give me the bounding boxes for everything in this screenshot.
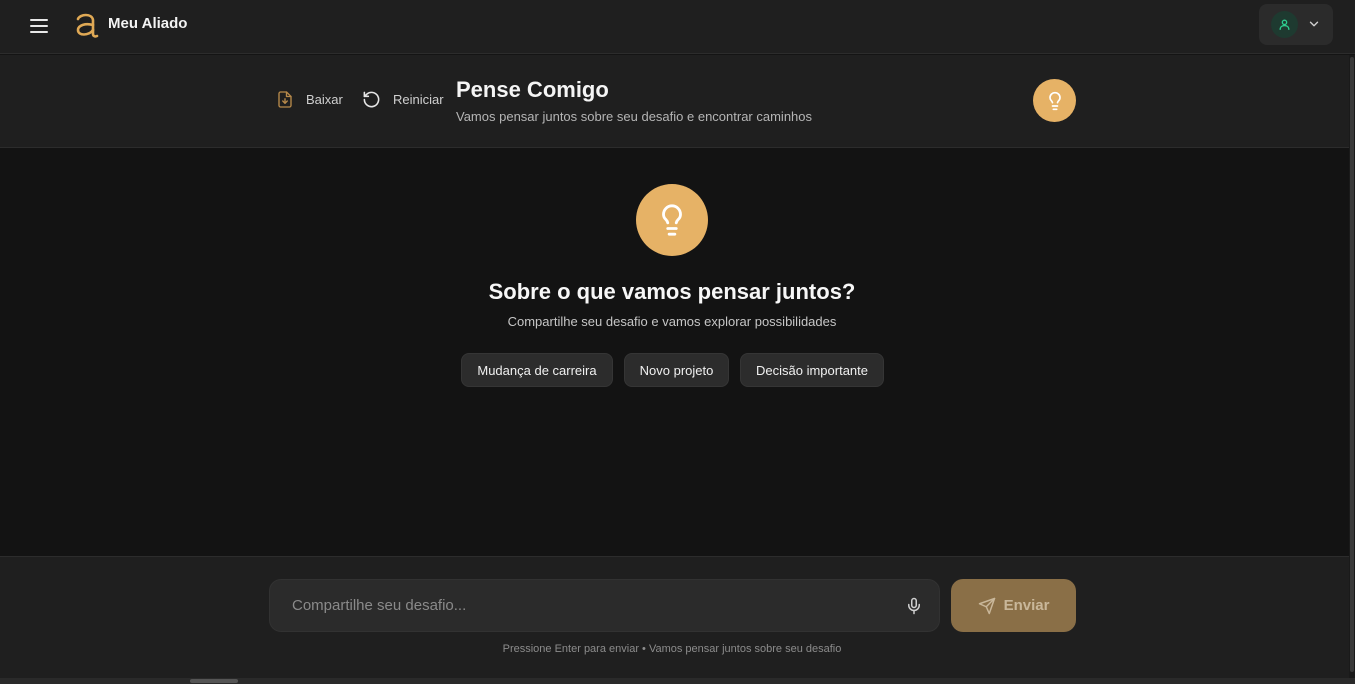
message-input-container — [269, 579, 940, 632]
hamburger-icon — [30, 19, 48, 33]
app-logo[interactable] — [74, 10, 100, 40]
idea-hero-badge — [636, 184, 708, 256]
page-title: Pense Comigo — [456, 77, 609, 102]
lightbulb-icon — [1048, 91, 1061, 110]
chat-area: Sobre o que vamos pensar juntos? Compart… — [0, 148, 1349, 556]
rotate-ccw-icon — [363, 91, 380, 108]
send-label: Enviar — [1003, 597, 1050, 614]
top-navbar: Meu Aliado — [0, 0, 1355, 54]
user-menu-button[interactable] — [1259, 4, 1333, 45]
avatar — [1271, 11, 1298, 38]
lightbulb-icon — [662, 204, 682, 236]
download-button[interactable]: Baixar — [276, 90, 343, 109]
composer-hint: Pressione Enter para enviar • Vamos pens… — [502, 643, 842, 655]
menu-button[interactable] — [26, 13, 52, 39]
suggestion-career-change[interactable]: Mudança de carreira — [461, 353, 613, 387]
horizontal-scrollbar-thumb[interactable] — [190, 679, 238, 683]
restart-label: Reiniciar — [393, 92, 444, 107]
user-icon — [1279, 19, 1290, 31]
app-name: Meu Aliado — [108, 15, 188, 32]
send-icon — [978, 597, 995, 614]
suggestion-important-decision[interactable]: Decisão importante — [740, 353, 884, 387]
download-label: Baixar — [306, 92, 343, 107]
vertical-scrollbar-thumb[interactable] — [1350, 57, 1354, 672]
horizontal-scrollbar[interactable] — [0, 678, 1355, 684]
suggestion-new-project[interactable]: Novo projeto — [624, 353, 729, 387]
send-button[interactable]: Enviar — [951, 579, 1076, 632]
empty-state-prompt: Compartilhe seu desafio e vamos explorar… — [507, 314, 837, 329]
microphone-icon[interactable] — [905, 596, 923, 616]
file-download-icon — [278, 91, 292, 108]
empty-state-question: Sobre o que vamos pensar juntos? — [488, 279, 856, 304]
page-header: Baixar Reiniciar Pense Comigo Vamos pens… — [0, 55, 1349, 148]
chevron-down-icon — [1309, 21, 1319, 27]
restart-button[interactable]: Reiniciar — [362, 90, 444, 109]
header-idea-badge — [1033, 79, 1076, 122]
composer-bar: Enviar Pressione Enter para enviar • Vam… — [0, 556, 1349, 678]
message-input[interactable] — [292, 580, 882, 631]
vertical-scrollbar[interactable] — [1349, 55, 1355, 678]
page-subtitle: Vamos pensar juntos sobre seu desafio e … — [456, 109, 813, 124]
